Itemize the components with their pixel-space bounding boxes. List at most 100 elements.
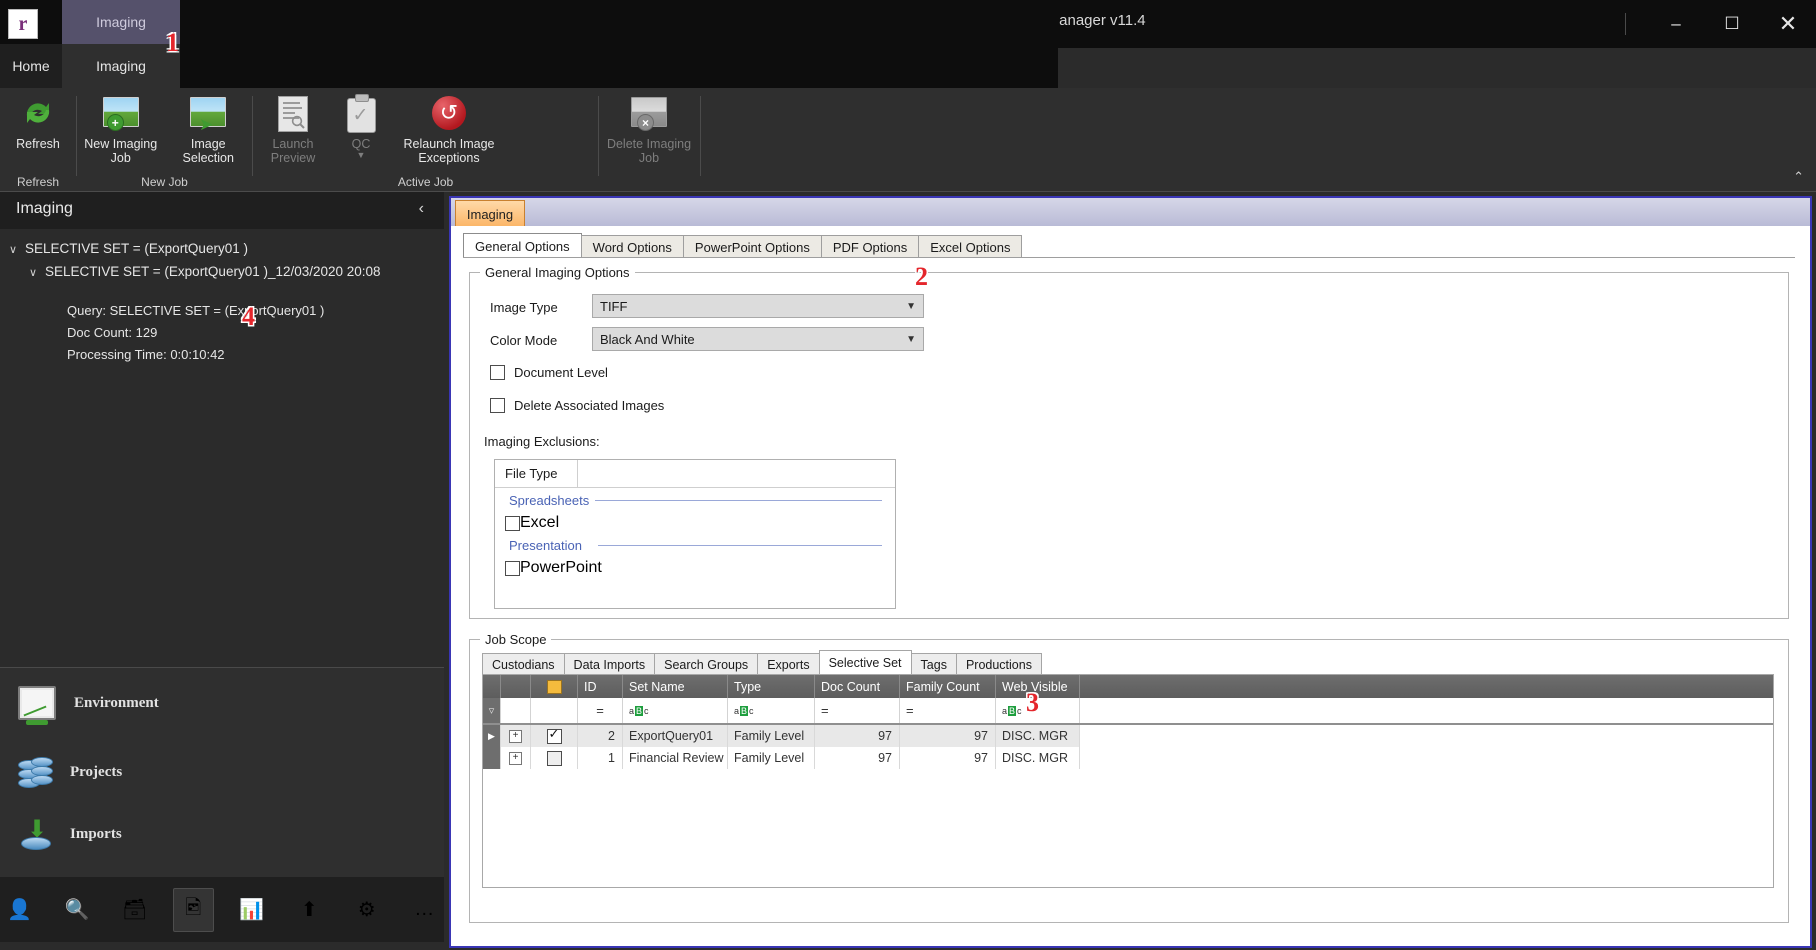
row-checkbox[interactable]	[546, 750, 562, 766]
filter-op-set-name[interactable]: aBc	[629, 705, 649, 716]
tab-general-options[interactable]: General Options	[463, 233, 582, 258]
application-window: r Case : CAW Test processing SMALL : Rev…	[0, 0, 1816, 950]
launch-preview-button[interactable]: Launch Preview	[253, 88, 333, 166]
tab-excel-options[interactable]: Excel Options	[918, 235, 1023, 258]
job-detail-processing-time: Processing Time: 0:0:10:42	[67, 347, 225, 362]
checkbox-icon[interactable]	[505, 515, 520, 531]
cell-doc-count: 97	[815, 747, 900, 769]
chevron-down-icon[interactable]: ▼	[906, 301, 916, 312]
collapse-panel-icon[interactable]: ‹	[419, 200, 424, 218]
qc-button[interactable]: ✓ QC ▼	[333, 88, 389, 166]
exclusions-file-type-header: File Type	[505, 466, 558, 481]
color-mode-select[interactable]: Black And White ▼	[592, 327, 924, 351]
more-icon[interactable]: …	[405, 889, 445, 931]
settings-icon[interactable]: ⚙	[347, 889, 387, 931]
close-button[interactable]: ✕	[1760, 0, 1816, 48]
imaging-job-tree[interactable]: ∨ SELECTIVE SET = (ExportQuery01 ) ∨ SELEC…	[1, 229, 443, 668]
filter-op-doc-count[interactable]: =	[821, 703, 829, 718]
document-tab-imaging[interactable]: Imaging	[455, 200, 525, 227]
filter-op-type[interactable]: aBc	[734, 705, 754, 716]
filter-op-id[interactable]: =	[596, 703, 604, 718]
exclusion-powerpoint-checkbox[interactable]: PowerPoint	[505, 559, 602, 577]
exclusions-category-presentation: Presentation	[509, 538, 582, 553]
tab-pdf-options[interactable]: PDF Options	[820, 235, 920, 258]
tab-data-imports[interactable]: Data Imports	[563, 653, 656, 675]
tab-search-groups[interactable]: Search Groups	[654, 653, 759, 675]
image-selection-button[interactable]: ➤ Image Selection	[165, 88, 253, 166]
ribbon-tab-home[interactable]: Home	[0, 44, 62, 88]
minimize-button[interactable]: –	[1648, 0, 1704, 48]
chevron-down-icon[interactable]: ∨	[9, 243, 25, 256]
tab-custodians[interactable]: Custodians	[482, 653, 565, 675]
filter-icon[interactable]: ▿	[489, 704, 495, 717]
arrow-right-badge: ➤	[199, 115, 214, 134]
refresh-arrows-icon	[19, 94, 57, 132]
checkbox-icon[interactable]	[490, 365, 505, 380]
filter-op-family-count[interactable]: =	[906, 703, 914, 718]
chevron-down-icon[interactable]: ∨	[29, 266, 45, 279]
column-chooser-icon[interactable]	[546, 679, 562, 694]
grid-col-set-name[interactable]: Set Name	[623, 675, 728, 698]
exclusion-excel-checkbox[interactable]: Excel	[505, 514, 559, 532]
maximize-button[interactable]: ☐	[1704, 0, 1760, 48]
qc-dropdown-caret-icon[interactable]: ▼	[357, 150, 366, 160]
exclusion-powerpoint-label: PowerPoint	[520, 559, 602, 576]
table-row[interactable]: + 1 Financial Review Family Level 97 97 …	[483, 747, 1773, 769]
nav-item-projects-label: Projects	[70, 763, 123, 780]
nav-item-projects[interactable]: Projects	[18, 756, 122, 788]
new-imaging-job-button[interactable]: + New Imaging Job	[77, 88, 165, 166]
nav-item-imports[interactable]: ⬇ Imports	[18, 818, 122, 850]
table-row[interactable]: ▶ + 2 ExportQuery01 Family Level 97	[483, 725, 1773, 747]
ribbon-collapse-icon[interactable]: ⌃	[1793, 169, 1804, 185]
expand-row-icon[interactable]: +	[509, 751, 522, 765]
tab-powerpoint-options[interactable]: PowerPoint Options	[682, 235, 822, 258]
tab-word-options[interactable]: Word Options	[580, 235, 684, 258]
ribbon-context-tab[interactable]: Imaging	[62, 0, 180, 44]
nav-item-environment[interactable]: Environment	[18, 686, 159, 725]
exclusions-header-divider	[577, 460, 578, 487]
delete-associated-images-label: Delete Associated Images	[514, 398, 665, 413]
chevron-down-icon[interactable]: ▼	[906, 334, 916, 345]
relaunch-label: Relaunch Image Exceptions	[403, 137, 495, 165]
expand-row-icon[interactable]: +	[509, 729, 522, 743]
exclusion-excel-label: Excel	[520, 514, 560, 531]
tab-exports[interactable]: Exports	[757, 653, 820, 675]
delete-associated-images-checkbox[interactable]: Delete Associated Images	[490, 398, 664, 413]
tab-selective-set[interactable]: Selective Set	[818, 650, 912, 675]
cell-set-name: ExportQuery01	[623, 725, 728, 747]
relaunch-image-exceptions-button[interactable]: ↺ Relaunch Image Exceptions	[389, 88, 509, 166]
refresh-button[interactable]: Refresh	[0, 88, 76, 166]
tab-tags[interactable]: Tags	[910, 653, 957, 675]
tab-productions[interactable]: Productions	[955, 653, 1042, 675]
grid-col-type[interactable]: Type	[728, 675, 815, 698]
grid-filter-row[interactable]: ▿ = aBc aBc = = aBc	[483, 698, 1773, 725]
checkbox-icon[interactable]	[490, 398, 505, 413]
search-icon[interactable]: 🔍	[58, 889, 98, 931]
image-type-select[interactable]: TIFF ▼	[592, 294, 924, 318]
document-level-checkbox[interactable]: Document Level	[490, 365, 608, 380]
data-icon[interactable]: 🗃	[115, 889, 155, 931]
image-selection-icon: ➤	[189, 94, 227, 134]
image-selection-label: Image Selection	[182, 137, 234, 165]
launch-preview-label: Launch Preview	[270, 137, 316, 165]
delete-imaging-job-button[interactable]: × Delete Imaging Job	[600, 88, 698, 166]
ribbon-group-title-active-job: Active Job	[397, 175, 454, 189]
filter-op-web-visible[interactable]: aBc	[1002, 705, 1022, 716]
ribbon-tab-imaging[interactable]: Imaging	[62, 44, 180, 88]
custodians-icon[interactable]: 👤	[0, 889, 40, 931]
row-checkbox[interactable]	[546, 726, 562, 744]
grid-col-id[interactable]: ID	[578, 675, 623, 698]
general-imaging-options-group: General Imaging Options Image Type TIFF …	[469, 265, 1789, 619]
grid-col-doc-count[interactable]: Doc Count	[815, 675, 900, 698]
tree-node-child[interactable]: ∨ SELECTIVE SET = (ExportQuery01 )_12/03/…	[29, 264, 381, 279]
reports-icon[interactable]: 📊	[232, 889, 272, 931]
tree-node-root[interactable]: ∨ SELECTIVE SET = (ExportQuery01 )	[9, 241, 248, 256]
selective-set-grid[interactable]: ID Set Name Type Doc Count Family Count …	[482, 674, 1774, 888]
cell-id: 1	[578, 747, 623, 769]
exports-icon[interactable]: ⬆	[290, 889, 330, 931]
imaging-exclusions-grid[interactable]: File Type Spreadsheets Excel Presentatio…	[494, 459, 896, 609]
grid-col-family-count[interactable]: Family Count	[900, 675, 996, 698]
imaging-icon[interactable]: 🖻	[172, 887, 214, 932]
exclusions-category-divider-2	[598, 545, 882, 546]
checkbox-icon[interactable]	[505, 560, 520, 576]
